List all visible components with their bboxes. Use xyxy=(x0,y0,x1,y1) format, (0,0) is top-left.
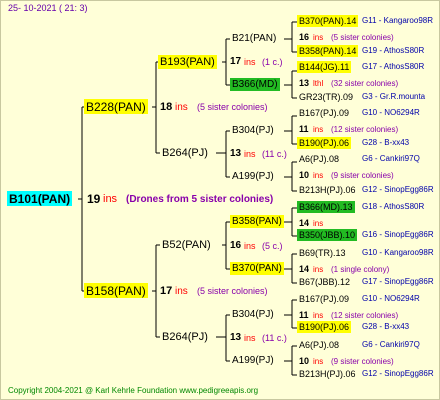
gen1-dam-ins-label: ins xyxy=(175,286,188,297)
gen4-reference-14: G28 - B-xx43 xyxy=(362,322,410,331)
gen4-ins-count-8: 10 xyxy=(299,356,310,366)
gen4-reference-8: G12 - SinopEgg86R xyxy=(362,185,434,194)
root-sister-note: (Drones from 5 sister colonies) xyxy=(126,194,274,205)
gen4-reference-6: G28 - B-xx43 xyxy=(362,138,410,147)
gen4-reference-3: G17 - AthosS80R xyxy=(362,62,425,71)
gen4-queen-5[interactable]: B167(PJ).09 xyxy=(299,109,349,118)
gen3-queen-4[interactable]: A199(PJ) xyxy=(232,172,274,182)
gen4-ins-count-6: 14 xyxy=(299,264,310,274)
gen4-reference-16: G12 - SinopEgg86R xyxy=(362,369,434,378)
gen4-queen-13[interactable]: B167(PJ).09 xyxy=(299,295,349,304)
gen2-queen-4[interactable]: B264(PJ) xyxy=(162,332,208,343)
gen4-note-4: (9 sister colonies) xyxy=(331,171,394,180)
gen3-queen-3[interactable]: B304(PJ) xyxy=(232,126,274,136)
gen4-ins-count-5: 14 xyxy=(299,218,310,228)
gen2-note-2: (11 c.) xyxy=(262,149,287,159)
gen4-reference-13: G10 - NO6294R xyxy=(362,294,420,303)
gen3-queen-7[interactable]: B304(PJ) xyxy=(232,310,274,320)
gen4-ins-count-4: 10 xyxy=(299,170,310,180)
gen4-reference-2: G19 - AthosS80R xyxy=(362,46,425,55)
gen4-queen-12[interactable]: B67(JBB).12 xyxy=(299,278,350,287)
gen2-ins-label-4: ins xyxy=(244,333,256,343)
gen4-reference-1: G11 - Kangaroo98R xyxy=(362,16,434,25)
gen1-sire-note: (5 sister colonies) xyxy=(197,102,268,112)
gen3-queen-6[interactable]: B370(PAN) xyxy=(230,262,284,275)
gen4-note-7: (12 sister colonies) xyxy=(331,311,399,320)
gen4-queen-11[interactable]: B69(TR).13 xyxy=(299,249,346,258)
gen4-queen-2[interactable]: B358(PAN).14 xyxy=(297,45,359,57)
gen2-ins-count-1: 17 xyxy=(230,56,242,67)
gen4-ins-label-4: ins xyxy=(313,171,324,180)
gen3-queen-2[interactable]: B366(MD) xyxy=(230,78,280,91)
gen4-queen-8[interactable]: B213H(PJ).06 xyxy=(299,186,356,195)
gen4-reference-11: G10 - Kangaroo98R xyxy=(362,248,434,257)
gen4-queen-10[interactable]: B350(JBB).10 xyxy=(297,229,358,241)
gen2-queen-3[interactable]: B52(PAN) xyxy=(162,240,211,251)
gen4-note-1: (5 sister colonies) xyxy=(331,33,394,42)
gen2-ins-label-3: ins xyxy=(244,241,256,251)
root-ins-count: 19 xyxy=(87,192,101,206)
gen4-queen-4[interactable]: GR23(TR).09 xyxy=(299,93,353,102)
gen2-queen-2[interactable]: B264(PJ) xyxy=(162,148,208,159)
gen4-reference-12: G17 - SinopEgg86R xyxy=(362,277,434,286)
gen4-ins-label-2: lthl xyxy=(313,79,324,88)
gen4-reference-15: G6 - Cankiri97Q xyxy=(362,340,420,349)
gen4-note-2: (32 sister colonies) xyxy=(331,79,399,88)
gen3-queen-5[interactable]: B358(PAN) xyxy=(230,215,284,228)
gen4-reference-9: G18 - AthosS80R xyxy=(362,202,425,211)
gen4-ins-label-8: ins xyxy=(313,357,324,366)
gen2-ins-count-3: 16 xyxy=(230,240,242,251)
gen4-ins-count-7: 11 xyxy=(299,310,309,320)
gen2-ins-label-1: ins xyxy=(244,57,256,67)
gen4-reference-7: G6 - Cankiri97Q xyxy=(362,154,420,163)
gen2-note-4: (11 c.) xyxy=(262,333,287,343)
gen1-dam-queen[interactable]: B158(PAN) xyxy=(84,283,148,298)
gen4-ins-count-1: 16 xyxy=(299,32,310,42)
copyright-footer: Copyright 2004-2021 @ Karl Kehrle Founda… xyxy=(8,386,259,395)
gen1-sire-ins-label: ins xyxy=(175,102,188,113)
gen3-queen-8[interactable]: A199(PJ) xyxy=(232,356,274,366)
gen2-ins-count-4: 13 xyxy=(230,332,242,343)
gen4-queen-9[interactable]: B366(MD).13 xyxy=(297,201,355,213)
gen4-ins-label-7: ins xyxy=(313,311,324,320)
gen4-ins-count-2: 13 xyxy=(299,78,310,88)
gen4-reference-10: G16 - SinopEgg86R xyxy=(362,230,434,239)
gen4-ins-count-3: 11 xyxy=(299,124,309,134)
gen2-ins-count-2: 13 xyxy=(230,148,242,159)
gen1-dam-ins-count: 17 xyxy=(160,285,173,297)
gen4-queen-6[interactable]: B190(PJ).06 xyxy=(297,137,352,149)
root-ins-label: ins xyxy=(103,193,118,205)
gen2-queen-1[interactable]: B193(PAN) xyxy=(158,55,217,69)
gen4-queen-14[interactable]: B190(PJ).06 xyxy=(297,321,352,333)
gen4-note-3: (12 sister colonies) xyxy=(331,125,399,134)
gen2-note-1: (1 c.) xyxy=(262,57,283,67)
gen4-queen-15[interactable]: A6(PJ).08 xyxy=(299,341,339,350)
gen2-note-3: (5 c.) xyxy=(262,241,283,251)
gen4-queen-1[interactable]: B370(PAN).14 xyxy=(297,15,359,27)
gen4-reference-5: G10 - NO6294R xyxy=(362,108,420,117)
gen1-sire-ins-count: 18 xyxy=(160,101,173,113)
gen4-ins-label-1: ins xyxy=(313,33,324,42)
gen4-queen-7[interactable]: A6(PJ).08 xyxy=(299,155,339,164)
gen4-note-6: (1 single colony) xyxy=(331,265,390,274)
gen4-ins-label-6: ins xyxy=(313,265,324,274)
gen3-queen-1[interactable]: B21(PAN) xyxy=(232,34,276,44)
gen2-ins-label-2: ins xyxy=(244,149,256,159)
gen4-reference-4: G3 - Gr.R.mounta xyxy=(362,92,426,101)
gen4-queen-3[interactable]: B144(JG).11 xyxy=(297,61,352,73)
gen1-dam-note: (5 sister colonies) xyxy=(197,286,268,296)
gen4-ins-label-3: ins xyxy=(313,125,324,134)
gen4-ins-label-5: ins xyxy=(313,219,324,228)
gen4-queen-16[interactable]: B213H(PJ).06 xyxy=(299,370,356,379)
gen1-sire-queen[interactable]: B228(PAN) xyxy=(84,99,148,114)
gen4-note-8: (9 sister colonies) xyxy=(331,357,394,366)
root-queen[interactable]: B101(PAN) xyxy=(7,191,73,206)
